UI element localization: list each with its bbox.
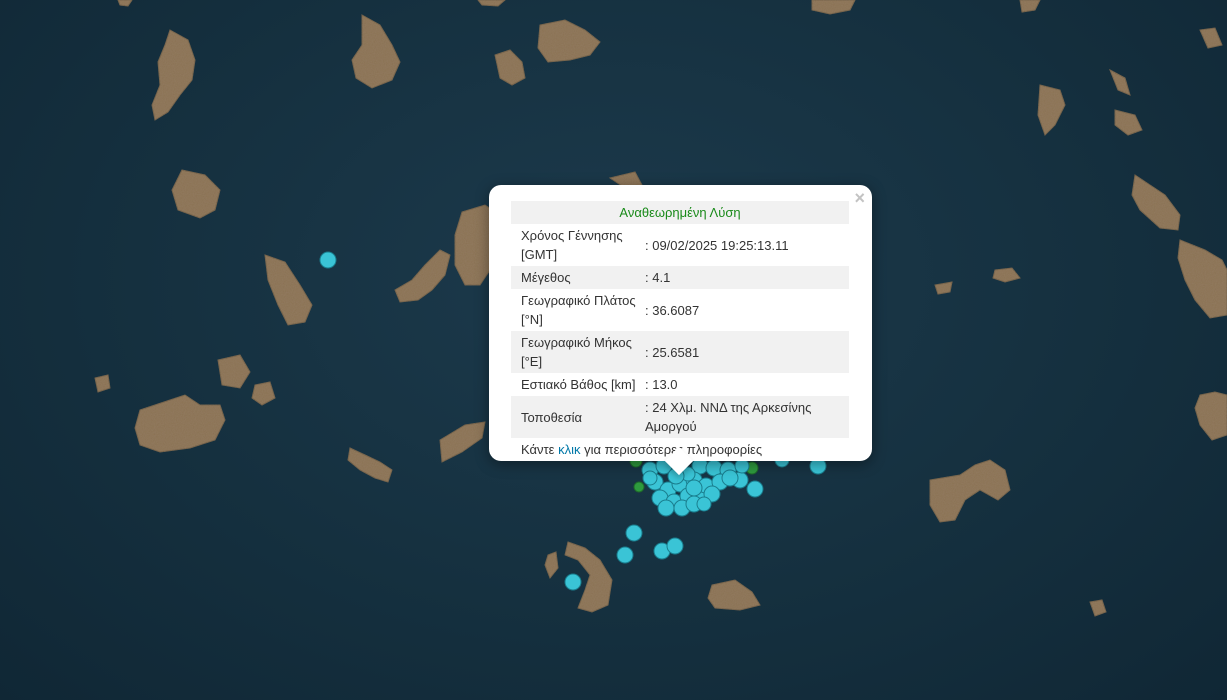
earthquake-marker [666, 537, 684, 555]
island-east-5 [1199, 27, 1223, 49]
latitude-value: : 36.6087 [645, 302, 700, 318]
map-canvas[interactable]: × Αναθεωρημένη Λύση Χρόνος Γέννησης [GMT… [0, 0, 1227, 700]
origin-time-label: Χρόνος Γέννησης [GMT] [521, 228, 623, 262]
island-east-4 [1114, 109, 1143, 136]
island-syros [171, 169, 221, 219]
island-east-2 [1037, 84, 1066, 136]
earthquake-marker-small [633, 481, 645, 493]
island-kimolos [217, 354, 251, 389]
island-andros-part [151, 29, 196, 121]
earthquake-marker [625, 524, 643, 542]
close-icon[interactable]: × [854, 188, 865, 208]
island-ikaria-like [1131, 174, 1181, 231]
origin-time-value: : 09/02/2025 19:25:13.11 [645, 237, 789, 253]
location-value: : 24 Χλμ. ΝΝΔ της Αρκεσίνης Αμοργού [645, 396, 849, 438]
more-info-link[interactable]: κλικ [558, 442, 580, 457]
island-levitha [992, 267, 1021, 283]
solution-status-header: Αναθεωρημένη Λύση [511, 201, 849, 224]
earthquake-marker [616, 546, 634, 564]
island-sifnos-like [264, 254, 313, 326]
latitude-label: Γεωγραφικό Πλάτος [°N] [521, 293, 636, 327]
island-tinos [351, 14, 401, 89]
island-top-1 [477, 0, 506, 7]
island-mykonos [537, 19, 601, 63]
location-label: Τοποθεσία [511, 396, 645, 438]
more-info-prefix: Κάντε [521, 442, 555, 457]
island-east-3 [1109, 68, 1131, 96]
longitude-label: Γεωγραφικό Μήκος [°E] [511, 331, 645, 373]
island-folegandros [347, 447, 393, 483]
magnitude-label: Μέγεθος [511, 266, 645, 289]
depth-value: : 13.0 [645, 377, 678, 392]
earthquake-cluster [641, 457, 750, 517]
island-east-6 [1194, 391, 1227, 441]
earthquake-marker [564, 573, 582, 591]
island-anafi [707, 579, 761, 611]
earthquake-info-table: Αναθεωρημένη Λύση Χρόνος Γέννησης [GMT] … [511, 201, 849, 438]
earthquake-marker [746, 480, 764, 498]
island-east-7 [1089, 599, 1107, 617]
island-sikinos [439, 421, 486, 463]
magnitude-value: : 4.1 [645, 266, 849, 289]
earthquake-info-popup: × Αναθεωρημένη Λύση Χρόνος Γέννησης [GMT… [489, 185, 872, 476]
island-top-left [117, 0, 133, 7]
island-small-west [94, 374, 111, 393]
island-east-1 [1177, 239, 1227, 319]
earthquake-marker [319, 251, 337, 269]
island-astypalaia [929, 459, 1011, 523]
island-thirasia [544, 551, 559, 579]
longitude-value: : 25.6581 [645, 331, 849, 373]
island-milos [134, 394, 226, 453]
island-kinaros [934, 281, 953, 295]
island-top-right [1019, 0, 1041, 13]
island-small-1 [494, 49, 526, 86]
island-poliegos [251, 381, 276, 406]
depth-label: Εστιακό Βάθος [km] [521, 377, 636, 392]
island-top-center [811, 0, 856, 15]
island-paros [394, 249, 451, 303]
